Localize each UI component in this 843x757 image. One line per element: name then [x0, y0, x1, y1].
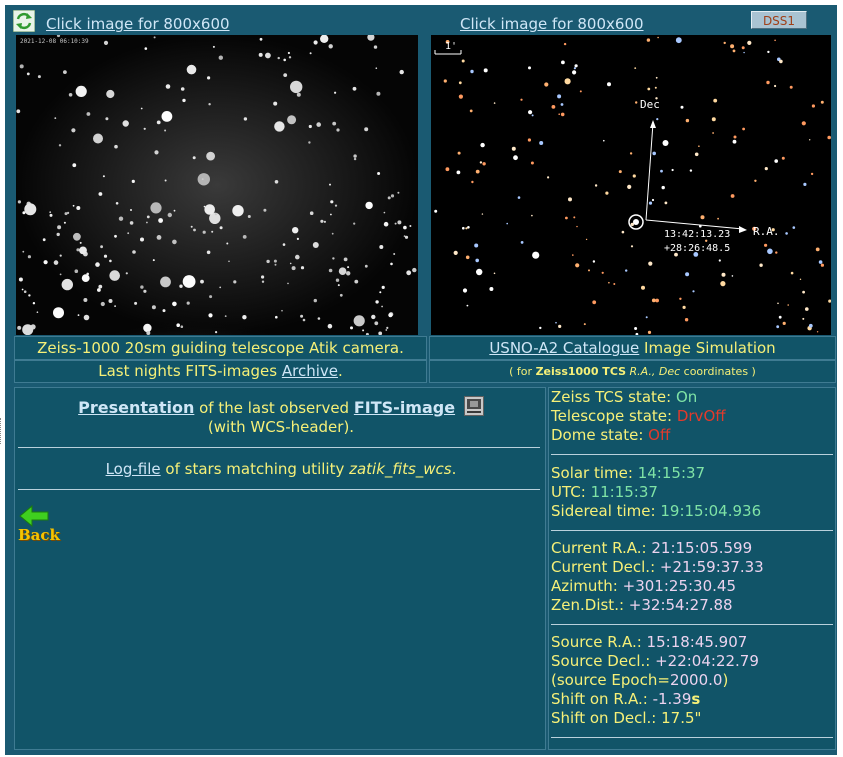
- presentation-link[interactable]: Presentation: [78, 398, 194, 417]
- solar-time: Solar time: 14:15:37: [551, 464, 706, 482]
- back-label: Back: [18, 526, 60, 544]
- current-dec: Current Decl.: +21:59:37.33: [551, 558, 764, 576]
- target-ra-readout: 13:42:13.23: [664, 229, 730, 240]
- right-image-800x600-link[interactable]: Click image for 800x600: [460, 15, 644, 33]
- image-timestamp: 2021-12-08 06:10:39: [20, 38, 89, 45]
- ra-axis-label: R.A.: [753, 225, 780, 238]
- target-dec-readout: +28:26:48.5: [664, 243, 730, 254]
- resize-handle[interactable]: [0, 418, 4, 444]
- dec-axis-label: Dec: [640, 98, 660, 111]
- fits-image-link[interactable]: FITS-image: [354, 398, 455, 417]
- catalogue-simulation-image[interactable]: 1' Dec R.A. 13:42:13.23 +28:26:48.5: [431, 35, 831, 335]
- back-arrow-icon: [19, 504, 49, 528]
- tcs-state: Zeiss TCS state: On: [551, 388, 698, 406]
- sidereal-time: Sidereal time: 19:15:04.936: [551, 502, 762, 520]
- refresh-icon[interactable]: [12, 9, 36, 33]
- scale-label: 1': [445, 41, 457, 52]
- usno-catalogue-link[interactable]: USNO-A2 Catalogue: [489, 339, 639, 357]
- dss1-button[interactable]: DSS1: [751, 11, 807, 29]
- utc-time: UTC: 11:15:37: [551, 483, 658, 501]
- telescope-state: Telescope state: DrvOff: [551, 407, 726, 425]
- source-dec: Source Decl.: +22:04:22.79: [551, 652, 759, 670]
- download-icon[interactable]: [463, 396, 484, 416]
- shift-ra: Shift on R.A.: -1.39s: [551, 690, 701, 708]
- presentation-line: Presentation of the last observed FITS-i…: [15, 396, 547, 437]
- back-button[interactable]: Back: [18, 504, 68, 548]
- fits-links-panel: Presentation of the last observed FITS-i…: [14, 387, 546, 750]
- zenith-distance: Zen.Dist.: +32:54:27.88: [551, 596, 733, 614]
- coordinates-caption: ( for Zeiss1000 TCS R.A., Dec coordinate…: [429, 360, 836, 383]
- azimuth: Azimuth: +301:25:30.45: [551, 577, 736, 595]
- log-file-link[interactable]: Log-file: [106, 460, 161, 478]
- guiding-camera-image[interactable]: 2021-12-08 06:10:39: [16, 35, 418, 335]
- current-ra: Current R.A.: 21:15:05.599: [551, 539, 753, 557]
- left-image-800x600-link[interactable]: Click image for 800x600: [46, 15, 230, 33]
- logfile-line: Log-file of stars matching utility zatik…: [105, 460, 457, 478]
- source-ra: Source R.A.: 15:18:45.907: [551, 633, 748, 651]
- archive-link[interactable]: Archive: [282, 362, 338, 380]
- archive-caption: Last nights FITS-images Archive.: [14, 360, 427, 383]
- shift-dec: Shift on Decl.: 17.5": [551, 709, 702, 727]
- camera-caption: Zeiss-1000 20sm guiding telescope Atik c…: [14, 336, 427, 360]
- dome-state: Dome state: Off: [551, 426, 671, 444]
- source-epoch: (source Epoch=2000.0): [551, 671, 729, 689]
- catalogue-caption: USNO-A2 Catalogue Image Simulation: [429, 336, 836, 360]
